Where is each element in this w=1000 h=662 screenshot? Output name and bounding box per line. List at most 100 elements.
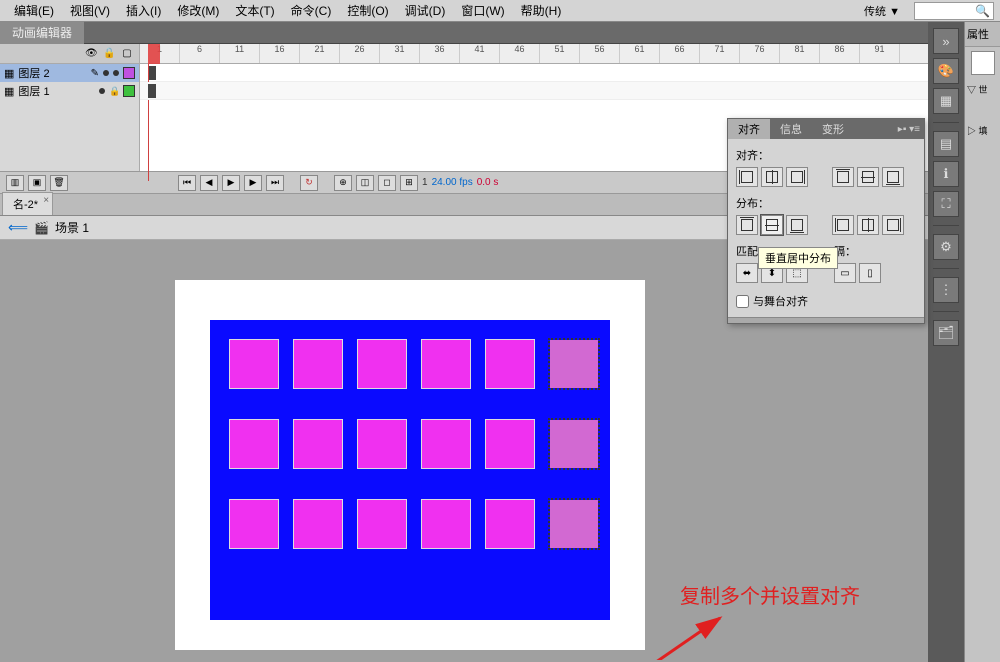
ruler-tick[interactable]: 21: [300, 44, 340, 63]
tab-align[interactable]: 对齐: [728, 119, 770, 139]
first-frame-button[interactable]: ⏮: [178, 175, 196, 191]
onion-outline-button[interactable]: ◻: [378, 175, 396, 191]
menu-view[interactable]: 视图(V): [62, 0, 118, 21]
menu-debug[interactable]: 调试(D): [397, 0, 454, 21]
ruler-tick[interactable]: 66: [660, 44, 700, 63]
shape-square[interactable]: [358, 420, 406, 468]
shape-square[interactable]: [550, 340, 598, 388]
fps-value[interactable]: 24.00 fps: [432, 177, 473, 188]
behaviors-icon[interactable]: ⋮: [933, 277, 959, 303]
distribute-top-button[interactable]: [736, 215, 758, 235]
playhead[interactable]: [148, 44, 160, 64]
menu-insert[interactable]: 插入(I): [118, 0, 169, 21]
shape-square[interactable]: [294, 340, 342, 388]
menu-modify[interactable]: 修改(M): [169, 0, 227, 21]
layer-row[interactable]: ▦ 图层 2 ✎: [0, 64, 139, 82]
properties-dock-tab[interactable]: 属性: [965, 22, 1000, 47]
eye-icon[interactable]: 👁: [85, 48, 97, 59]
stage[interactable]: [175, 280, 645, 650]
shape-square[interactable]: [422, 420, 470, 468]
prev-frame-button[interactable]: ◀: [200, 175, 218, 191]
align-panel-icon[interactable]: ▤: [933, 131, 959, 157]
ruler-tick[interactable]: 1: [140, 44, 180, 63]
align-h-center-button[interactable]: [761, 167, 783, 187]
shape-square[interactable]: [358, 500, 406, 548]
code-panel-icon[interactable]: ⚙: [933, 234, 959, 260]
menu-window[interactable]: 窗口(W): [453, 0, 512, 21]
layer-swatch[interactable]: [123, 67, 135, 79]
keyframe[interactable]: [148, 84, 156, 98]
space-horizontal-button[interactable]: ▯: [859, 263, 881, 283]
shape-square[interactable]: [422, 500, 470, 548]
fill-section[interactable]: ▷ 填: [965, 120, 1000, 141]
ruler-tick[interactable]: 26: [340, 44, 380, 63]
ruler-tick[interactable]: 76: [740, 44, 780, 63]
document-tab[interactable]: 名-2* ×: [2, 192, 53, 215]
menu-control[interactable]: 控制(O): [339, 0, 396, 21]
visibility-dot[interactable]: [103, 70, 109, 76]
menu-text[interactable]: 文本(T): [227, 0, 282, 21]
shape-square[interactable]: [422, 340, 470, 388]
close-icon[interactable]: ×: [43, 195, 49, 206]
ruler-tick[interactable]: 41: [460, 44, 500, 63]
shape-square[interactable]: [486, 500, 534, 548]
align-top-button[interactable]: [832, 167, 854, 187]
color-palette-icon[interactable]: 🎨: [933, 58, 959, 84]
align-bottom-button[interactable]: [882, 167, 904, 187]
onion-skin-button[interactable]: ◫: [356, 175, 374, 191]
layer-row[interactable]: ▦ 图层 1 🔒: [0, 82, 139, 100]
align-right-button[interactable]: [786, 167, 808, 187]
ruler-tick[interactable]: 36: [420, 44, 460, 63]
new-folder-button[interactable]: ▣: [28, 175, 46, 191]
tab-info[interactable]: 信息: [770, 119, 812, 139]
swatches-icon[interactable]: ▦: [933, 88, 959, 114]
distribute-h-center-button[interactable]: [857, 215, 879, 235]
ruler-tick[interactable]: 56: [580, 44, 620, 63]
ruler-tick[interactable]: 46: [500, 44, 540, 63]
menu-edit[interactable]: 编辑(E): [6, 0, 62, 21]
align-left-button[interactable]: [736, 167, 758, 187]
workspace-selector[interactable]: 传统 ▼: [854, 2, 910, 20]
ruler-tick[interactable]: 61: [620, 44, 660, 63]
ruler-tick[interactable]: 6: [180, 44, 220, 63]
align-v-center-button[interactable]: [857, 167, 879, 187]
layer-swatch[interactable]: [123, 85, 135, 97]
ruler-tick[interactable]: 31: [380, 44, 420, 63]
next-frame-button[interactable]: ▶: [244, 175, 262, 191]
menu-command[interactable]: 命令(C): [283, 0, 340, 21]
ruler-tick[interactable]: 86: [820, 44, 860, 63]
shape-square[interactable]: [230, 500, 278, 548]
match-width-button[interactable]: ⬌: [736, 263, 758, 283]
play-button[interactable]: ▶: [222, 175, 240, 191]
shape-square[interactable]: [550, 420, 598, 468]
keyframe[interactable]: [148, 66, 156, 80]
last-frame-button[interactable]: ⏭: [266, 175, 284, 191]
frame-track[interactable]: [140, 82, 1000, 100]
ruler-tick[interactable]: 51: [540, 44, 580, 63]
outline-icon[interactable]: ▢: [121, 48, 133, 59]
library-icon[interactable]: 🗂: [933, 320, 959, 346]
distribute-left-button[interactable]: [832, 215, 854, 235]
frame-track[interactable]: [140, 64, 1000, 82]
new-layer-button[interactable]: ▥: [6, 175, 24, 191]
background-shape[interactable]: [210, 320, 610, 620]
ruler-tick[interactable]: 71: [700, 44, 740, 63]
ruler-tick[interactable]: 16: [260, 44, 300, 63]
info-panel-icon[interactable]: ℹ: [933, 161, 959, 187]
shape-square[interactable]: [358, 340, 406, 388]
document-preview-icon[interactable]: [971, 51, 995, 75]
lock-icon[interactable]: 🔒: [109, 86, 119, 97]
distribute-right-button[interactable]: [882, 215, 904, 235]
shape-square[interactable]: [230, 420, 278, 468]
transform-panel-icon[interactable]: ⛶: [933, 191, 959, 217]
ruler-tick[interactable]: 11: [220, 44, 260, 63]
layer-name[interactable]: 图层 1: [18, 83, 95, 99]
panel-resize-handle[interactable]: [728, 317, 924, 323]
distribute-v-center-button[interactable]: [761, 215, 783, 235]
expand-panels-icon[interactable]: »: [933, 28, 959, 54]
lock-dot[interactable]: [113, 70, 119, 76]
shape-square[interactable]: [230, 340, 278, 388]
back-icon[interactable]: ⟸: [8, 219, 28, 236]
visibility-dot[interactable]: [99, 88, 105, 94]
edit-multiple-button[interactable]: ⊞: [400, 175, 418, 191]
